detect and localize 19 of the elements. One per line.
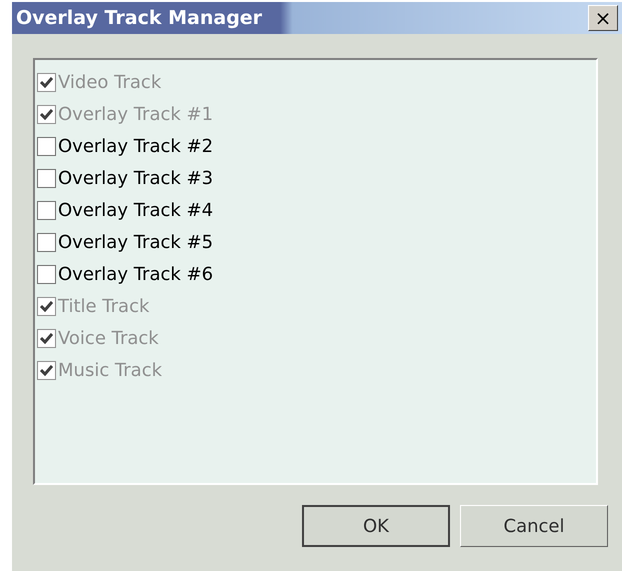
checkbox[interactable] — [37, 232, 56, 252]
checkbox[interactable] — [37, 136, 56, 156]
track-label: Overlay Track #3 — [58, 166, 214, 190]
checkbox[interactable] — [37, 200, 56, 220]
track-label: Overlay Track #4 — [58, 198, 214, 222]
dialog-button[interactable]: OK — [302, 505, 450, 547]
dialog-button[interactable]: Cancel — [460, 505, 608, 547]
track-label: Video Track — [58, 70, 162, 94]
track-label: Overlay Track #1 — [58, 102, 214, 126]
track-label: Music Track — [58, 358, 162, 382]
track-label: Title Track — [58, 294, 150, 318]
track-label: Overlay Track #6 — [58, 262, 214, 286]
close-button[interactable]: × — [588, 5, 618, 31]
track-label: Voice Track — [58, 326, 159, 350]
track-label: Overlay Track #5 — [58, 230, 214, 254]
checkbox[interactable] — [37, 264, 56, 284]
track-label: Overlay Track #2 — [58, 134, 214, 158]
window-title: Overlay Track Manager — [16, 6, 262, 31]
checkbox[interactable] — [37, 168, 56, 188]
